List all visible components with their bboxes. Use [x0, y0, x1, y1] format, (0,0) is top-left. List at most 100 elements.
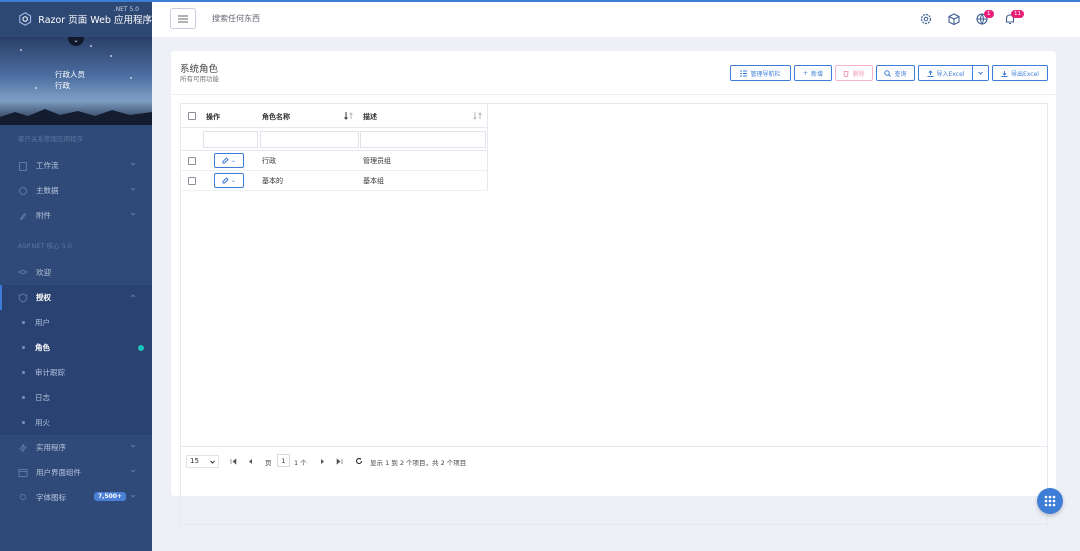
star	[110, 55, 112, 57]
delete-button[interactable]: 删除	[835, 65, 873, 81]
bell-badge: 11	[1011, 10, 1024, 18]
sidebar-subitem-label: 用火	[35, 418, 50, 427]
cell-role-name: 基本的	[262, 177, 283, 185]
page-subtitle: 所有可用功能	[180, 75, 219, 83]
map-pin-icon	[18, 493, 28, 503]
select-all-checkbox[interactable]	[188, 112, 196, 120]
upload-icon	[927, 69, 934, 77]
sidebar-subitem-audit[interactable]: 审计跟踪	[0, 360, 152, 385]
row-checkbox[interactable]	[188, 157, 196, 165]
cell-role-desc: 基本组	[363, 177, 384, 185]
top-header: 搜索任何东西 1 11	[152, 2, 1080, 37]
bullet-dot	[22, 396, 25, 399]
menu-toggle-button[interactable]	[170, 8, 196, 29]
add-button[interactable]: + 新增	[794, 65, 832, 81]
bullet-dot	[22, 421, 25, 424]
page-size-select[interactable]: 15	[186, 455, 219, 468]
sidebar-item-label: 用户界面组件	[36, 468, 81, 477]
profile-banner: ⌄ 行政人员 行政	[0, 37, 152, 125]
page-of-label: 1 个	[294, 459, 307, 467]
import-excel-button[interactable]: 导入Excel	[918, 65, 973, 81]
last-page-icon[interactable]	[336, 458, 343, 465]
export-excel-button[interactable]: 导出Excel	[992, 65, 1048, 81]
search-button[interactable]: 查询	[876, 65, 915, 81]
page-label: 页	[265, 459, 272, 467]
sidebar-item-label: 授权	[36, 293, 51, 302]
paperclip-icon	[18, 211, 28, 221]
sidebar-item-workflow[interactable]: 工作流	[0, 153, 152, 178]
apps-grid-button[interactable]	[1037, 488, 1063, 514]
sidebar-item-authorization[interactable]: 授权	[0, 285, 152, 310]
col-header-name[interactable]: 角色名称	[262, 112, 290, 122]
search-input[interactable]: 搜索任何东西	[212, 13, 260, 24]
trash-icon	[843, 70, 849, 77]
import-label: 导入Excel	[936, 70, 965, 78]
first-page-icon[interactable]	[230, 458, 237, 465]
sort-icon[interactable]	[473, 112, 483, 120]
authorization-submenu: 用户 角色 审计跟踪 日志 用火	[0, 310, 152, 435]
manage-nav-button[interactable]: 管理导航栏	[730, 65, 791, 81]
sidebar-item-utilities[interactable]: 实用程序	[0, 435, 152, 460]
top-accent-line	[0, 0, 1080, 2]
chevron-down-icon: ⌄	[230, 177, 237, 184]
import-dropdown-button[interactable]	[972, 65, 989, 81]
edit-icon	[222, 177, 229, 184]
filter-name-input[interactable]	[260, 131, 359, 148]
sort-desc-icon[interactable]	[344, 112, 354, 120]
add-label: 新增	[811, 70, 824, 78]
sidebar-subitem-label: 角色	[35, 343, 50, 352]
divider	[171, 94, 1056, 95]
sidebar-item-ui-components[interactable]: 用户界面组件	[0, 460, 152, 485]
table-row: ⌄ 基本的 基本组	[181, 171, 488, 191]
filter-desc-input[interactable]	[360, 131, 486, 148]
chevron-down-icon: ⌄	[230, 157, 237, 164]
download-icon	[1001, 70, 1008, 77]
filter-action-input[interactable]	[203, 131, 258, 148]
brand-version: .NET 5.0	[113, 6, 139, 13]
sidebar-item-attachments[interactable]: 附件	[0, 203, 152, 228]
prev-page-icon[interactable]	[247, 458, 254, 465]
gear-icon[interactable]	[919, 12, 933, 26]
graduation-cap-icon	[18, 268, 28, 278]
sidebar-item-label: 主数据	[36, 186, 59, 195]
sidebar-subitem-label: 用户	[35, 318, 50, 327]
list-icon	[740, 70, 748, 76]
sidebar-subitem-fire[interactable]: 用火	[0, 410, 152, 435]
collapse-chevron-icon[interactable]: ⌄	[68, 37, 84, 46]
chevron-down-icon	[978, 71, 983, 75]
row-checkbox[interactable]	[188, 177, 196, 185]
grid-header: 操作 角色名称 描述	[181, 104, 488, 128]
section-title-crm: 客户关系管理应用程序	[18, 135, 83, 143]
sidebar-subitem-roles[interactable]: 角色	[0, 335, 152, 360]
brand-title: Razor 页面 Web 应用程序	[38, 14, 152, 26]
sidebar-item-welcome[interactable]: 欢迎	[0, 260, 152, 285]
star	[130, 77, 132, 79]
sidebar-item-label: 欢迎	[36, 268, 51, 277]
chevron-down-icon	[130, 162, 136, 166]
count-badge: 7,500+	[94, 492, 127, 501]
sidebar-item-label: 附件	[36, 211, 51, 220]
row-action-button[interactable]: ⌄	[214, 173, 244, 188]
chevron-down-icon	[130, 187, 136, 191]
page-number-input[interactable]: 1	[277, 454, 290, 467]
sidebar-subitem-logs[interactable]: 日志	[0, 385, 152, 410]
row-action-button[interactable]: ⌄	[214, 153, 244, 168]
bullet-dot	[22, 321, 25, 324]
cube-icon[interactable]	[947, 12, 961, 26]
search-label: 查询	[894, 70, 907, 78]
brand[interactable]: Razor 页面 Web 应用程序 .NET 5.0	[0, 0, 152, 37]
plus-icon: +	[802, 69, 808, 77]
sidebar-subitem-users[interactable]: 用户	[0, 310, 152, 335]
roles-grid: 操作 角色名称 描述 ⌄ 行政 管理员组 ⌄ 基本的 基本组 15 页 1 1 …	[180, 103, 1048, 525]
star	[90, 45, 92, 47]
next-page-icon[interactable]	[319, 458, 326, 465]
network-icon	[18, 186, 28, 196]
sidebar-subitem-label: 审计跟踪	[35, 368, 65, 377]
sidebar-item-font-icons[interactable]: 字体图标 7,500+	[0, 485, 152, 510]
col-header-desc[interactable]: 描述	[363, 112, 377, 122]
sidebar-item-master-data[interactable]: 主数据	[0, 178, 152, 203]
search-icon	[884, 69, 892, 77]
user-role: 行政	[55, 81, 70, 90]
refresh-icon[interactable]	[355, 457, 363, 465]
bullet-dot	[22, 346, 25, 349]
